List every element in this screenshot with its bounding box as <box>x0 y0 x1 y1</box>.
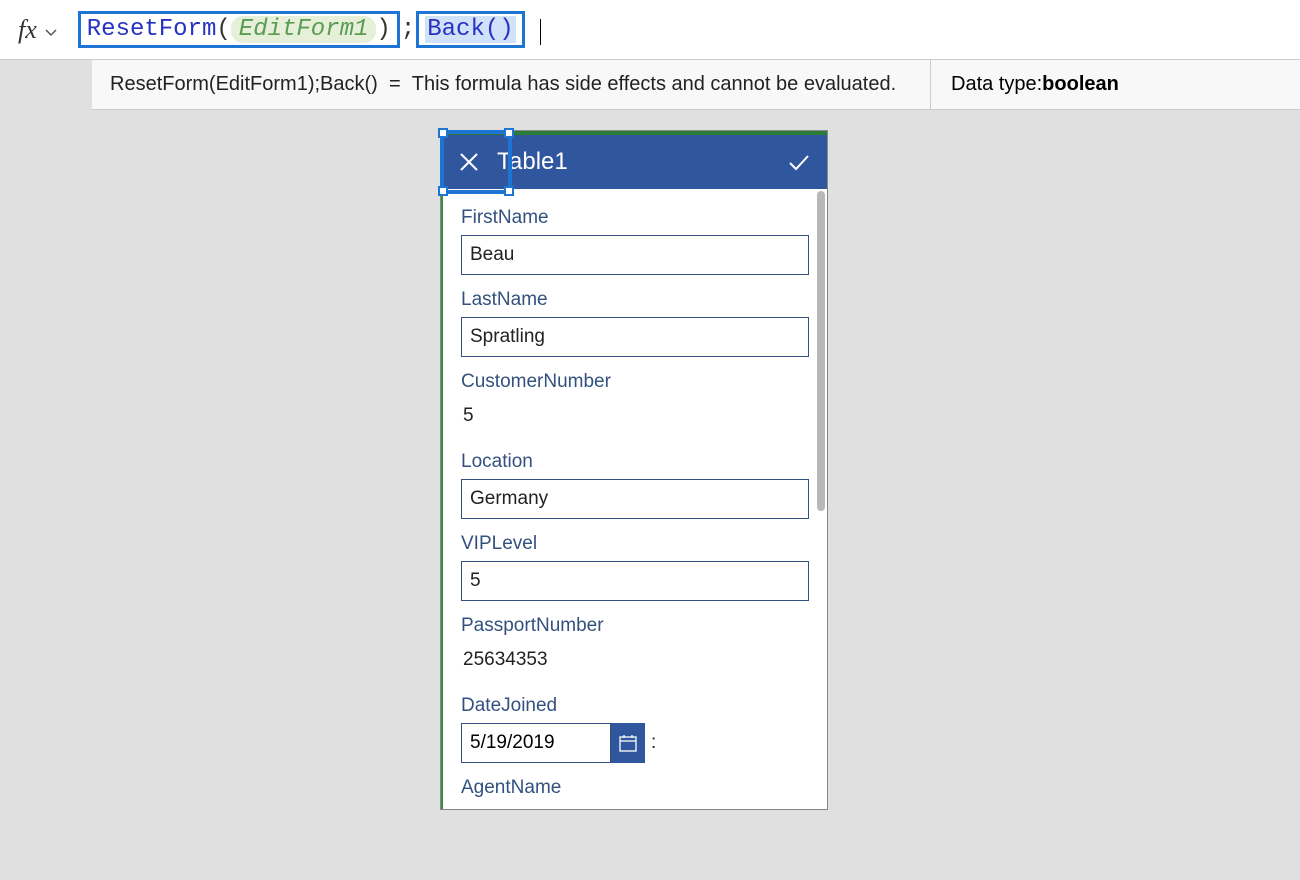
formula-result-text: ResetForm(EditForm1);Back() = This formu… <box>92 60 930 110</box>
label-location: Location <box>461 451 809 473</box>
submit-button[interactable] <box>771 137 827 187</box>
formula-datatype: Data type: boolean <box>930 60 1300 110</box>
formula-token-back: Back() <box>416 11 524 48</box>
label-lastname: LastName <box>461 289 809 311</box>
label-passportnumber: PassportNumber <box>461 615 809 637</box>
field-agentname: AgentName <box>461 777 809 799</box>
field-firstname: FirstName <box>461 207 809 275</box>
calendar-icon <box>619 734 637 752</box>
label-datejoined: DateJoined <box>461 695 809 717</box>
field-customernumber: CustomerNumber 5 <box>461 371 809 437</box>
value-customernumber: 5 <box>461 399 809 437</box>
label-firstname: FirstName <box>461 207 809 229</box>
datepicker-button[interactable] <box>611 723 645 763</box>
value-passportnumber: 25634353 <box>461 643 809 681</box>
input-viplevel[interactable] <box>461 561 809 601</box>
scrollbar[interactable] <box>817 191 825 511</box>
date-trail: : <box>651 732 656 754</box>
label-viplevel: VIPLevel <box>461 533 809 555</box>
formula-token-resetform: ResetForm(EditForm1) <box>78 11 400 48</box>
label-agentname: AgentName <box>461 777 809 799</box>
form-title: Table1 <box>497 148 771 176</box>
input-firstname[interactable] <box>461 235 809 275</box>
field-passportnumber: PassportNumber 25634353 <box>461 615 809 681</box>
form-header: Table1 <box>441 131 827 189</box>
label-customernumber: CustomerNumber <box>461 371 809 393</box>
input-lastname[interactable] <box>461 317 809 357</box>
chevron-down-icon[interactable] <box>45 26 57 38</box>
close-button[interactable] <box>441 137 497 187</box>
edit-form: FirstName LastName CustomerNumber 5 Loca… <box>441 189 827 809</box>
formula-input[interactable]: ResetForm(EditForm1) ; Back() <box>77 11 1300 48</box>
field-viplevel: VIPLevel <box>461 533 809 601</box>
field-datejoined: DateJoined : <box>461 695 809 763</box>
result-pad <box>0 60 92 110</box>
check-icon <box>786 149 812 175</box>
formula-result-bar: ResetForm(EditForm1);Back() = This formu… <box>0 60 1300 110</box>
close-icon <box>458 151 480 173</box>
app-preview: Table1 FirstName LastName CustomerNumber… <box>440 130 828 810</box>
formula-bar: fx ResetForm(EditForm1) ; Back() <box>0 0 1300 60</box>
field-location: Location <box>461 451 809 519</box>
input-datejoined[interactable] <box>461 723 611 763</box>
formula-separator: ; <box>401 16 415 43</box>
field-lastname: LastName <box>461 289 809 357</box>
input-location[interactable] <box>461 479 809 519</box>
fx-label: fx <box>18 15 37 45</box>
text-caret <box>540 19 541 45</box>
